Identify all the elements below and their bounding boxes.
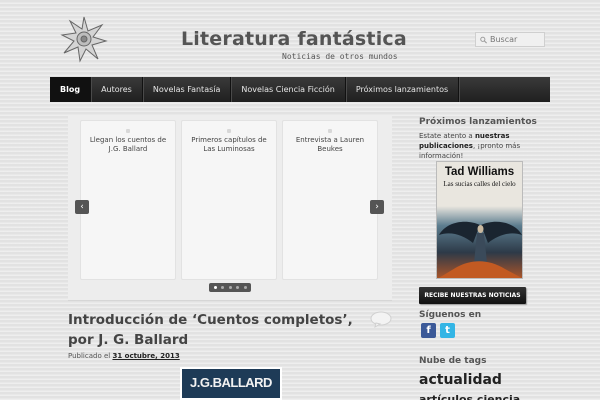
tag-link[interactable]: artículos ciencia — [419, 392, 520, 400]
pager-dot[interactable] — [236, 286, 239, 289]
slider-pagination — [209, 283, 251, 292]
slide-card[interactable]: Primeros capítulos de Las Luminosas — [181, 120, 277, 280]
slide-title[interactable]: Llegan los cuentos de J.G. Ballard — [81, 136, 175, 154]
upcoming-heading: Próximos lanzamientos — [419, 117, 537, 127]
slide-title[interactable]: Primeros capítulos de Las Luminosas — [182, 136, 276, 154]
nav-item-novelas-ciencia-ficcion[interactable]: Novelas Ciencia Ficción — [231, 77, 346, 102]
pager-dot[interactable] — [243, 286, 247, 289]
slide-card[interactable]: Entrevista a Lauren Beukes — [282, 120, 378, 280]
newsletter-button[interactable]: RECIBE NUESTRAS NOTICIAS — [419, 287, 526, 304]
slider-next-button[interactable]: › — [370, 200, 384, 214]
main-nav: Blog Autores Novelas Fantasía Novelas Ci… — [50, 77, 550, 102]
cover-title: Las sucias calles del cielo — [443, 180, 516, 188]
site-logo[interactable] — [60, 15, 108, 63]
post-thumbnail[interactable]: J.G.BALLARD — [180, 367, 282, 400]
search-input[interactable] — [490, 35, 544, 44]
post-meta-prefix: Publicado el — [68, 352, 111, 360]
nav-item-blog[interactable]: Blog — [50, 77, 92, 102]
pager-dot[interactable] — [213, 286, 217, 289]
book-cover[interactable]: Tad Williams Las sucias calles del cielo — [436, 161, 523, 279]
tags-heading: Nube de tags — [419, 356, 487, 366]
site-tagline: Noticias de otros mundos — [282, 52, 398, 61]
slide-title[interactable]: Entrevista a Lauren Beukes — [283, 136, 377, 154]
nav-item-proximos-lanzamientos[interactable]: Próximos lanzamientos — [346, 77, 460, 102]
post-title[interactable]: Introducción de ‘Cuentos completos’, por… — [68, 310, 358, 350]
pager-dot[interactable] — [221, 286, 224, 289]
slide-card[interactable]: Llegan los cuentos de J.G. Ballard — [80, 120, 176, 280]
search-box[interactable] — [475, 32, 545, 47]
angel-illustration — [438, 221, 522, 278]
cover-author: Tad Williams — [444, 166, 515, 178]
post-meta: Publicado el 31 octubre, 2013 — [68, 352, 180, 360]
search-icon — [480, 36, 487, 44]
site-title[interactable]: Literatura fantástica — [181, 28, 407, 50]
facebook-icon[interactable]: f — [421, 323, 436, 338]
nav-item-novelas-fantasia[interactable]: Novelas Fantasía — [143, 77, 232, 102]
tag-link[interactable]: actualidad — [419, 372, 502, 388]
post-date-link[interactable]: 31 octubre, 2013 — [112, 352, 179, 360]
nav-item-autores[interactable]: Autores — [91, 77, 143, 102]
pager-dot[interactable] — [228, 286, 232, 289]
thumbnail-text: J.G.BALLARD — [190, 375, 272, 390]
comment-icon[interactable] — [370, 311, 392, 329]
featured-slider: Llegan los cuentos de J.G. Ballard Prime… — [68, 115, 392, 301]
follow-heading: Síguenos en — [419, 310, 482, 320]
slider-prev-button[interactable]: ‹ — [75, 200, 89, 214]
twitter-icon[interactable]: t — [440, 323, 455, 338]
upcoming-text: Estate atento a nuestras publicaciones, … — [419, 132, 521, 160]
